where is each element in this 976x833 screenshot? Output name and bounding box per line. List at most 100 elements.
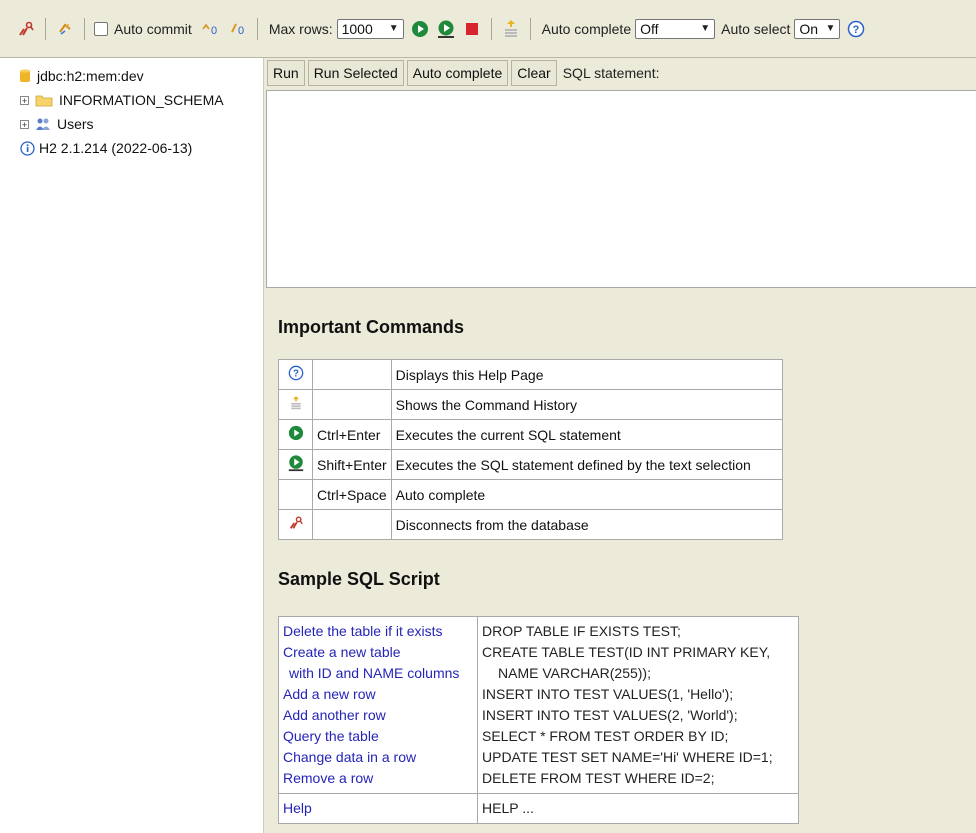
connection-label: jdbc:h2:mem:dev [37,68,144,84]
sample-sql-cell: DROP TABLE IF EXISTS TEST; CREATE TABLE … [477,616,799,794]
shortcut-cell: Shift+Enter [312,449,392,480]
sql-toolbar: Run Run Selected Auto complete Clear SQL… [264,58,976,88]
table-row: Delete the table if it exists Create a n… [278,616,799,794]
folder-icon [35,93,53,107]
svg-text:0: 0 [238,25,244,37]
auto-select-select[interactable]: On ▼ [794,18,841,39]
table-row: Disconnects from the database [278,509,784,540]
users-icon [35,117,51,131]
shortcut-cell [312,389,392,420]
sql-line: HELP ... [482,800,534,816]
description-cell: Disconnects from the database [390,509,784,540]
expand-icon[interactable]: + [20,119,29,129]
toolbar-separator [84,17,85,40]
shortcut-cell: Ctrl+Enter [312,419,392,450]
shortcut-cell: Ctrl+Space [312,479,392,510]
shortcut-cell [312,359,392,390]
sql-line: CREATE TABLE TEST(ID INT PRIMARY KEY, [482,644,771,660]
sql-statement-label: SQL statement: [562,65,660,81]
run-selected-icon [287,454,305,472]
tree-version: H2 2.1.214 (2022-06-13) [20,136,263,160]
run-icon[interactable] [410,18,430,40]
sample-links-cell: Help [278,793,478,824]
sql-line: SELECT * FROM TEST ORDER BY ID; [482,728,729,744]
chevron-down-icon: ▼ [700,23,711,34]
toolbar-separator [529,17,531,40]
sql-line: DELETE FROM TEST WHERE ID=2; [482,770,715,786]
info-icon [20,140,35,156]
max-rows-select[interactable]: 1000 ▼ [336,18,404,39]
link-create-table-columns[interactable]: with ID and NAME columns [283,663,473,684]
history-icon [289,394,303,412]
expand-icon[interactable]: + [20,95,29,105]
description-cell: Shows the Command History [390,389,784,420]
link-add-row[interactable]: Add a new row [283,684,473,705]
rollback-icon[interactable]: 0 [228,18,248,40]
table-row: ? Displays this Help Page [278,359,784,390]
auto-commit-checkbox-box[interactable] [94,21,108,36]
link-help[interactable]: Help [283,798,473,819]
link-query-table[interactable]: Query the table [283,726,473,747]
chevron-down-icon: ▼ [825,23,836,34]
history-icon[interactable] [501,18,521,40]
auto-select-label: Auto select [721,20,791,37]
description-cell: Displays this Help Page [390,359,784,390]
link-delete-table[interactable]: Delete the table if it exists [283,621,473,642]
schema-tree: jdbc:h2:mem:dev + INFORMATION_SCHEMA + U… [0,58,264,833]
table-row: Help HELP ... [278,793,799,824]
description-cell: Auto complete [390,479,784,510]
link-add-another-row[interactable]: Add another row [283,705,473,726]
clear-button[interactable]: Clear [511,60,557,86]
tree-item-information-schema[interactable]: + INFORMATION_SCHEMA [20,88,263,112]
description-cell: Executes the SQL statement defined by th… [390,449,784,480]
commit-icon[interactable]: 0 [200,18,220,40]
tree-item-users[interactable]: + Users [20,112,263,136]
link-change-data[interactable]: Change data in a row [283,747,473,768]
auto-complete-select[interactable]: Off ▼ [635,18,716,39]
run-icon [288,425,304,441]
run-selected-button[interactable]: Run Selected [307,60,404,86]
sql-line: INSERT INTO TEST VALUES(1, 'Hello'); [482,686,734,702]
table-cell [278,479,313,510]
sample-links-cell: Delete the table if it exists Create a n… [278,616,478,794]
toolbar: Auto commit 0 0 Max rows: 1000 ▼ Auto co… [0,0,976,58]
run-button[interactable]: Run [267,60,305,86]
sql-line: INSERT INTO TEST VALUES(2, 'World'); [482,707,738,723]
sample-sql-title: Sample SQL Script [278,569,440,589]
auto-complete-button[interactable]: Auto complete [406,60,509,86]
link-remove-row[interactable]: Remove a row [283,768,473,789]
help-icon: ? [288,365,304,381]
max-rows-label: Max rows: [268,20,333,37]
description-cell: Executes the current SQL statement [390,419,784,450]
chevron-down-icon: ▼ [388,23,399,34]
link-create-table[interactable]: Create a new table [283,642,473,663]
table-row: Shows the Command History [278,389,784,420]
disconnect-icon[interactable] [16,18,36,40]
toolbar-separator [45,17,46,40]
toolbar-separator [256,17,258,40]
sample-sql-cell: HELP ... [477,793,799,824]
auto-commit-checkbox[interactable]: Auto commit [94,21,196,37]
sql-editor[interactable] [266,90,976,288]
svg-text:?: ? [293,369,299,380]
table-row: Ctrl+Enter Executes the current SQL stat… [278,419,784,450]
sql-line: NAME VARCHAR(255)); [498,665,651,681]
important-commands-title: Important Commands [278,317,465,337]
table-cell [278,509,313,540]
auto-select-value: On [799,20,819,37]
sample-sql-table: Delete the table if it exists Create a n… [278,616,799,824]
help-icon[interactable]: ? [846,18,866,40]
run-selected-icon[interactable] [436,18,456,40]
svg-text:0: 0 [211,25,217,37]
table-row: Ctrl+Space Auto complete [278,479,784,510]
main-panel: Run Run Selected Auto complete Clear SQL… [264,58,976,833]
refresh-icon[interactable] [55,18,75,40]
table-cell [278,449,313,480]
tree-connection[interactable]: jdbc:h2:mem:dev [20,64,263,88]
disconnect-icon [288,515,304,531]
stop-icon[interactable] [462,18,482,40]
important-commands-table: ? Displays this Help Page Shows the Comm… [278,359,784,540]
auto-complete-label: Auto complete [541,20,632,37]
table-cell [278,419,313,450]
version-label: H2 2.1.214 (2022-06-13) [39,140,193,156]
